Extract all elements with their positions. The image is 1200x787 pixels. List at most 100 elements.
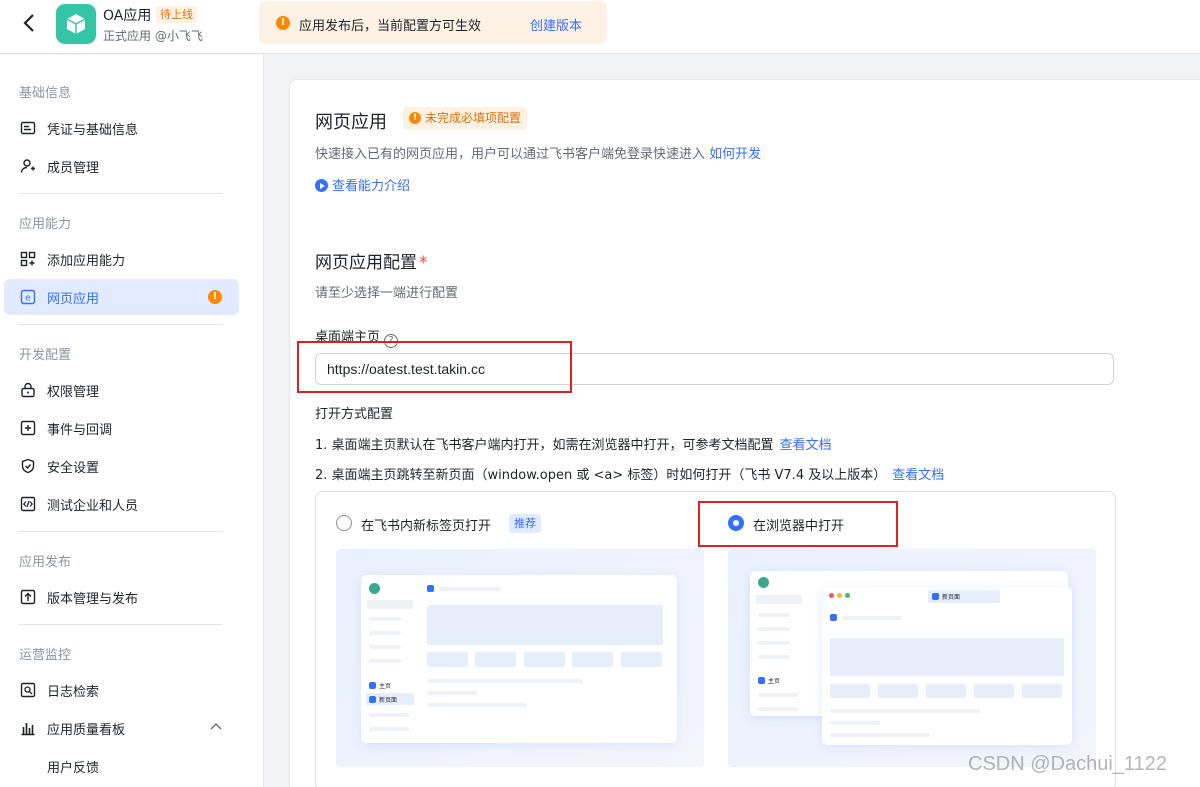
content-block (475, 652, 516, 667)
sidebar-item-events[interactable]: 事件与回调 (4, 410, 239, 446)
sidebar-item-add-capability[interactable]: 添加应用能力 (4, 241, 239, 277)
sidebar-item-web-app[interactable]: e 网页应用 ! (4, 279, 239, 315)
open-mode-title: 打开方式配置 (315, 407, 394, 422)
text-line (427, 703, 527, 707)
list-item (369, 617, 401, 621)
divider (18, 624, 223, 625)
browser-window: 新页面 (822, 587, 1072, 745)
watermark: CSDN @Dachui_1122 (968, 753, 1167, 775)
sidebar-item-members[interactable]: 成员管理 (4, 148, 239, 184)
app-name: OA应用 (103, 8, 152, 24)
sidebar-item-security[interactable]: 安全设置 (4, 448, 239, 484)
sidebar-item-logs[interactable]: 日志检索 (4, 672, 239, 708)
config-title-text: 网页应用配置 (315, 253, 417, 273)
view-docs-link-2[interactable]: 查看文档 (892, 468, 944, 483)
sidebar: 基础信息 凭证与基础信息 成员管理 应用能力 添加应用能力 e 网页应用 ! 开… (0, 55, 264, 787)
recommended-tag: 推荐 (509, 514, 541, 533)
create-version-link[interactable]: 创建版本 (530, 15, 582, 34)
sidebar-item-label: 网页应用 (47, 292, 100, 307)
sidebar-item-permissions[interactable]: 权限管理 (4, 372, 239, 408)
sidebar-item-label: 日志检索 (47, 685, 100, 700)
list-item (369, 631, 401, 635)
description-text: 快速接入已有的网页应用，用户可以通过飞书客户端免登录快速进入 (315, 147, 706, 162)
sidebar-item-label: 凭证与基础信息 (47, 123, 139, 138)
tab-title (439, 587, 501, 591)
lock-icon (20, 382, 36, 398)
open-mode-line-2: 2. 桌面端主页跳转至新页面（window.open 或 <a> 标签）时如何打… (315, 464, 944, 483)
divider (18, 193, 223, 194)
content-block (572, 652, 613, 667)
publish-notice: ! 应用发布后，当前配置方可生效 创建版本 (259, 1, 607, 44)
intro-link-text: 查看能力介绍 (332, 179, 411, 194)
grid-add-icon (20, 251, 36, 267)
play-circle-icon (315, 179, 328, 192)
list-item (758, 613, 790, 617)
sidebar-item-label: 应用质量看板 (47, 723, 126, 738)
web-app-icon: e (20, 289, 36, 305)
content-block (926, 684, 966, 698)
main-panel: 网页应用 未完成必填项配置 快速接入已有的网页应用，用户可以通过飞书客户端免登录… (289, 79, 1200, 787)
text-line (427, 691, 477, 695)
content-block (427, 652, 468, 667)
sidebar-item-credentials[interactable]: 凭证与基础信息 (4, 110, 239, 146)
sidebar-item-label: 权限管理 (47, 385, 100, 400)
new-page-icon (369, 696, 376, 703)
preview-window: 主页 新页面 (361, 575, 677, 743)
text-line (427, 679, 583, 683)
sidebar-item-feedback[interactable]: 用户反馈 (4, 748, 239, 784)
upload-icon (20, 589, 36, 605)
list-item (369, 659, 401, 663)
text-line (830, 721, 880, 725)
app-logo (56, 4, 96, 44)
event-icon (20, 420, 36, 436)
chevron-up-icon[interactable] (210, 719, 222, 733)
log-search-icon (20, 682, 36, 698)
preview-home-label: 主页 (379, 683, 392, 690)
radio-new-tab[interactable] (336, 515, 352, 531)
back-arrow-icon[interactable] (18, 12, 40, 34)
section-title-basic: 基础信息 (19, 86, 72, 101)
sidebar-item-quality[interactable]: 应用质量看板 (4, 710, 239, 746)
maximize-dot (845, 593, 850, 598)
shield-icon (20, 458, 36, 474)
config-section-title: 网页应用配置 * (315, 248, 428, 273)
page-title: 网页应用 (315, 112, 387, 133)
highlight-box-url (297, 341, 572, 393)
incomplete-badge: 未完成必填项配置 (403, 107, 528, 130)
home-icon (758, 677, 765, 684)
sidebar-item-test-users[interactable]: 测试企业和人员 (4, 486, 239, 522)
option-new-tab-label[interactable]: 在飞书内新标签页打开 (361, 515, 491, 534)
page-icon (830, 614, 837, 621)
preview-browser: 主页 新页面 (728, 549, 1096, 767)
content-block (974, 684, 1014, 698)
code-icon (20, 496, 36, 512)
avatar (758, 577, 769, 588)
content-block (878, 684, 918, 698)
user-add-icon (20, 158, 36, 174)
preview-new-tab: 主页 新页面 (336, 549, 704, 767)
tab-icon (932, 593, 939, 600)
content-banner (830, 638, 1064, 676)
chart-icon (20, 720, 36, 736)
content-block (524, 652, 565, 667)
how-to-develop-link[interactable]: 如何开发 (709, 147, 761, 162)
view-docs-link-1[interactable]: 查看文档 (780, 438, 832, 453)
sidebar-item-label: 用户反馈 (47, 761, 100, 776)
section-title-dev: 开发配置 (19, 348, 72, 363)
tab-icon (427, 585, 434, 592)
section-title-monitor: 运营监控 (19, 648, 72, 663)
sidebar-item-label: 测试企业和人员 (47, 499, 139, 514)
list-item (369, 713, 409, 717)
open-line-1-text: 1. 桌面端主页默认在飞书客户端内打开，如需在浏览器中打开，可参考文档配置 (315, 438, 774, 453)
sidebar-item-label: 成员管理 (47, 161, 100, 176)
content-banner (427, 605, 663, 645)
content-block (621, 652, 662, 667)
divider (18, 531, 223, 532)
page-title-bar (842, 616, 902, 620)
capability-intro-link[interactable]: 查看能力介绍 (315, 175, 410, 194)
svg-text:e: e (25, 294, 31, 304)
sidebar-item-versions[interactable]: 版本管理与发布 (4, 579, 239, 615)
id-card-icon (20, 120, 36, 136)
preview-new-page-label: 新页面 (379, 697, 398, 704)
open-line-2-text: 2. 桌面端主页跳转至新页面（window.open 或 <a> 标签）时如何打… (315, 468, 887, 483)
